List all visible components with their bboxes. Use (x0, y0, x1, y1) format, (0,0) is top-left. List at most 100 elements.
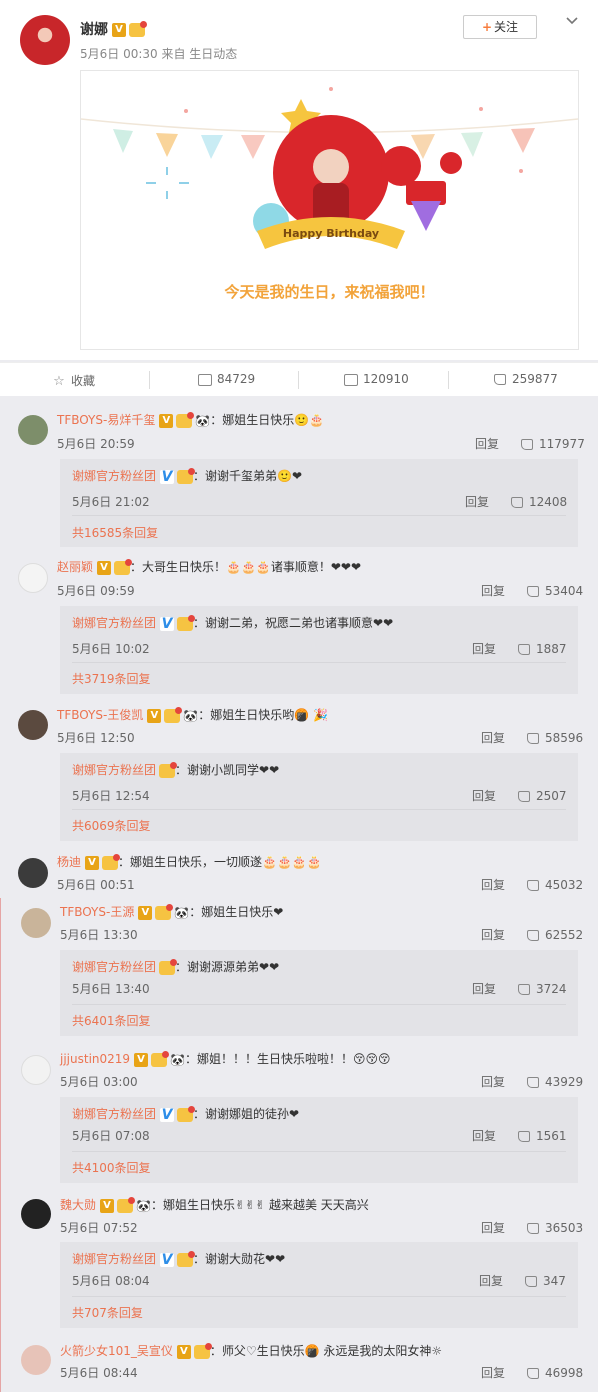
comment-time: 5月6日 00:51 (57, 878, 135, 892)
star-icon: ☆ (53, 373, 65, 389)
more-replies-link[interactable]: 共3719条回复 (72, 670, 151, 687)
comment-actions: 回复 46998 (481, 1364, 583, 1381)
reply-button[interactable]: 回复 (475, 437, 499, 451)
reply-text-row: 谢娜官方粉丝团 V ：谢谢大勋花❤❤ (72, 1250, 285, 1267)
reply-text: ：谢谢二弟，祝愿二弟也诸事顺意❤❤ (193, 616, 394, 630)
reply-button[interactable]: 回复 (481, 1366, 505, 1380)
comment-time: 5月6日 12:50 (57, 731, 135, 745)
author-name-row: 谢娜 V (80, 19, 147, 39)
comment-item: TFBOYS-易烊千玺 V 🐼：娜姐生日快乐🙂🎂 5月6日 20:59 回复 1179… (0, 405, 598, 550)
member-badge-icon (155, 903, 174, 920)
comment-item: 杨迪 V ：娜姐生日快乐，一切顺遂🎂🎂🎂🎂 5月6日 00:51 回复 45032 (0, 848, 598, 896)
verified-badge-icon: V (100, 1198, 115, 1213)
comment-count: 120910 (363, 372, 409, 386)
reply-time: 5月6日 08:04 (72, 1274, 150, 1288)
commenter-name[interactable]: jjjustin0219 (60, 1052, 130, 1066)
thumbs-up-icon[interactable] (527, 586, 540, 597)
commenter-name[interactable]: TFBOYS-易烊千玺 (57, 413, 155, 427)
favorite-button[interactable]: ☆ 收藏 (52, 372, 95, 389)
like-button[interactable]: 259877 (494, 372, 558, 386)
thumbs-up-icon[interactable] (527, 880, 540, 891)
reply-button[interactable]: 回复 (472, 789, 496, 803)
divider (298, 371, 299, 389)
comment-likes: 36503 (545, 1221, 584, 1235)
member-badge-icon (164, 706, 183, 723)
reply-button[interactable]: 回复 (472, 982, 496, 996)
reply-time: 5月6日 07:08 (72, 1129, 150, 1143)
more-replies-link[interactable]: 共6069条回复 (72, 817, 151, 834)
divider (72, 515, 566, 516)
divider (72, 1296, 566, 1297)
comment-time: 5月6日 07:52 (60, 1221, 138, 1235)
reply-button[interactable]: 回复 (479, 1274, 503, 1288)
birthday-card[interactable]: Happy Birthday 今天是我的生日，来祝福我吧！ (80, 70, 579, 350)
reply-button[interactable]: 回复 (481, 878, 505, 892)
thumbs-up-icon[interactable] (527, 1223, 540, 1234)
thumbs-up-icon[interactable] (511, 497, 524, 508)
reply-author[interactable]: 谢娜官方粉丝团 (72, 616, 156, 630)
thumbs-up-icon[interactable] (518, 791, 531, 802)
more-replies-link[interactable]: 共707条回复 (72, 1304, 143, 1321)
more-replies-link[interactable]: 共16585条回复 (72, 524, 158, 541)
commenter-name[interactable]: 赵丽颖 (57, 560, 93, 574)
follow-button[interactable]: + 关注 (463, 15, 537, 39)
verified-badge-icon: V (159, 413, 174, 428)
divider (72, 662, 566, 663)
reply-author[interactable]: 谢娜官方粉丝团 (72, 469, 156, 483)
reply-author[interactable]: 谢娜官方粉丝团 (72, 1252, 156, 1266)
commenter-avatar[interactable] (21, 908, 51, 938)
comment-actions: 回复 36503 (481, 1219, 583, 1236)
commenter-avatar[interactable] (21, 1055, 51, 1085)
chevron-down-icon[interactable] (565, 14, 579, 28)
commenter-name[interactable]: 杨迪 (57, 855, 81, 869)
reply-button[interactable]: 回复 (481, 1075, 505, 1089)
reply-text: ：谢谢小凯同学❤❤ (175, 763, 280, 777)
reply-actions: 回复 347 (479, 1272, 566, 1289)
reply-button[interactable]: 回复 (481, 928, 505, 942)
reply-author[interactable]: 谢娜官方粉丝团 (72, 960, 156, 974)
commenter-avatar[interactable] (18, 858, 48, 888)
comment-text-row: TFBOYS-王源 V 🐼：娜姐生日快乐❤ (60, 903, 283, 920)
commenter-avatar[interactable] (18, 563, 48, 593)
commenter-name[interactable]: 魏大勋 (60, 1198, 96, 1212)
reply-button[interactable]: 回复 (465, 495, 489, 509)
author-avatar[interactable] (20, 15, 70, 65)
reply-author[interactable]: 谢娜官方粉丝团 (72, 763, 156, 777)
commenter-avatar[interactable] (21, 1345, 51, 1375)
more-replies-link[interactable]: 共4100条回复 (72, 1159, 151, 1176)
comment-text: ：大哥生日快乐！🎂🎂🎂诸事顺意！❤❤❤ (130, 560, 362, 574)
commenter-avatar[interactable] (21, 1199, 51, 1229)
comment-time: 5月6日 20:59 (57, 437, 135, 451)
commenter-avatar[interactable] (18, 415, 48, 445)
reply-author[interactable]: 谢娜官方粉丝团 (72, 1107, 156, 1121)
reply-button[interactable]: 回复 (472, 1129, 496, 1143)
thumbs-up-icon[interactable] (527, 733, 540, 744)
reply-likes: 1887 (536, 642, 567, 656)
commenter-name[interactable]: 火箭少女101_吴宣仪 (60, 1344, 173, 1358)
thumbs-up-icon[interactable] (518, 644, 531, 655)
commenter-avatar[interactable] (18, 710, 48, 740)
comment-item: TFBOYS-王俊凯 V 🐼：娜姐生日快乐哟🍘 🎉 5月6日 12:50 回复 585… (0, 700, 598, 845)
verified-v-icon: V (160, 468, 175, 485)
member-badge-icon (159, 958, 178, 975)
member-badge-icon (193, 1342, 212, 1359)
comment-text: ：娜姐生日快乐❤ (189, 905, 284, 919)
comment-button[interactable]: 120910 (344, 372, 409, 386)
reply-box: 谢娜官方粉丝团 V ：谢谢娜姐的徒孙❤ 5月6日 07:08 回复 1561 共410… (60, 1097, 578, 1183)
reply-button[interactable]: 回复 (472, 642, 496, 656)
reply-button[interactable]: 回复 (481, 1221, 505, 1235)
forward-button[interactable]: 84729 (198, 372, 255, 386)
thumbs-up-icon[interactable] (525, 1276, 538, 1287)
commenter-name[interactable]: TFBOYS-王源 (60, 905, 134, 919)
thumbs-up-icon[interactable] (527, 930, 540, 941)
thumbs-up-icon[interactable] (518, 984, 531, 995)
thumbs-up-icon[interactable] (521, 439, 534, 450)
thumbs-up-icon[interactable] (527, 1368, 540, 1379)
thumbs-up-icon[interactable] (518, 1131, 531, 1142)
commenter-name[interactable]: TFBOYS-王俊凯 (57, 708, 143, 722)
more-replies-link[interactable]: 共6401条回复 (72, 1012, 151, 1029)
reply-button[interactable]: 回复 (481, 731, 505, 745)
thumbs-up-icon[interactable] (527, 1077, 540, 1088)
reply-button[interactable]: 回复 (481, 584, 505, 598)
author-name[interactable]: 谢娜 (80, 22, 108, 38)
